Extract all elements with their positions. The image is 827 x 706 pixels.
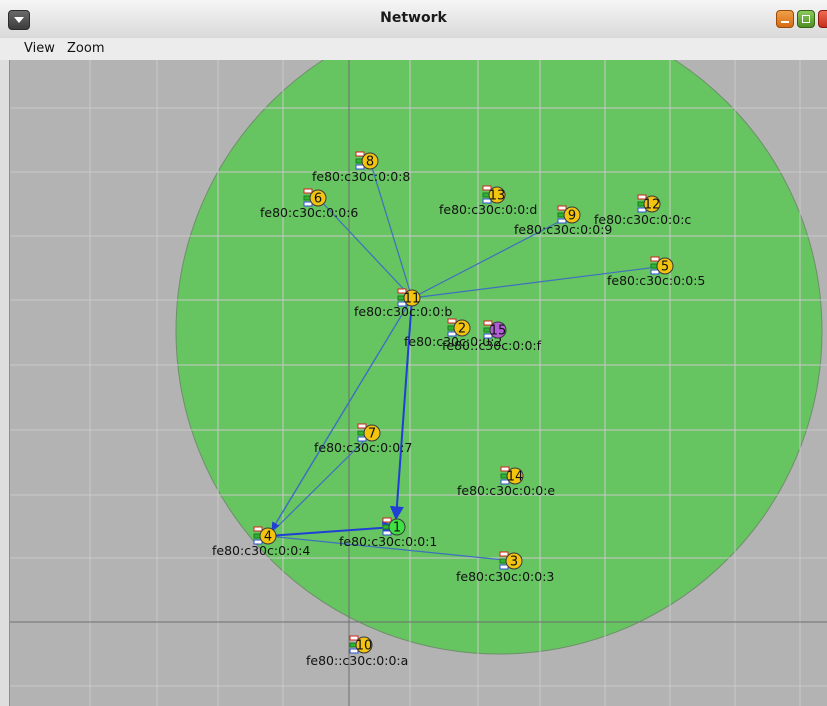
node-address-label: fe80:c30c:0:0:1 xyxy=(339,534,437,549)
node-tx-icon xyxy=(447,318,457,324)
node-id-badge: 15 xyxy=(490,324,507,339)
node-address-label: fe80::c30c:0:0:a xyxy=(306,653,408,668)
node-tx-icon xyxy=(253,526,263,532)
node-address-label: fe80:c30c:0:0:7 xyxy=(314,440,412,455)
network-window: Network View Zoom 1 fe80:c30c:0:0:1 2 fe80:… xyxy=(0,0,827,706)
node-id-badge: 3 xyxy=(510,555,518,570)
node-tx-icon xyxy=(382,517,392,523)
node-tx-icon xyxy=(499,551,509,557)
maximize-button[interactable] xyxy=(797,10,815,28)
menu-bar: View Zoom xyxy=(0,38,827,61)
node-tx-icon xyxy=(357,423,367,429)
node-address-label: fe80:c30c:0:0:8 xyxy=(312,169,410,184)
node-address-label: fe80:c30c:0:0:5 xyxy=(607,273,705,288)
node-id-badge: 10 xyxy=(356,639,373,654)
minimize-button[interactable] xyxy=(776,10,794,28)
network-canvas[interactable]: 1fe80:c30c:0:0:12fe80:c30c:0:0:23fe80:c3… xyxy=(0,60,827,706)
node-tx-icon xyxy=(650,256,660,262)
node-id-badge: 8 xyxy=(366,155,374,170)
close-button[interactable] xyxy=(818,10,827,28)
menu-view[interactable]: View xyxy=(24,41,55,56)
menu-zoom[interactable]: Zoom xyxy=(67,41,104,56)
window-title: Network xyxy=(380,10,447,26)
node-address-label: fe80:c30c:0:0:e xyxy=(457,483,555,498)
node-address-label: fe80:c30c:0:0:4 xyxy=(212,543,310,558)
node-address-label: fe80:c30c:0:0:b xyxy=(354,304,452,319)
node-address-label: fe80:c30c:0:0:c xyxy=(594,212,691,227)
node-address-label: fe80:c30c:0:0:3 xyxy=(456,569,554,584)
node-tx-icon xyxy=(303,188,313,194)
node-address-label: fe80:c30c:0:0:d xyxy=(439,202,537,217)
node-id-badge: 12 xyxy=(644,198,661,213)
node-address-label: fe80:c30c:0:0:6 xyxy=(260,205,358,220)
node-tx-icon xyxy=(557,205,567,211)
title-bar[interactable]: Network xyxy=(0,0,827,39)
node-tx-icon xyxy=(355,151,365,157)
node-address-label: fe80::c30c:0:0:f xyxy=(442,338,542,353)
